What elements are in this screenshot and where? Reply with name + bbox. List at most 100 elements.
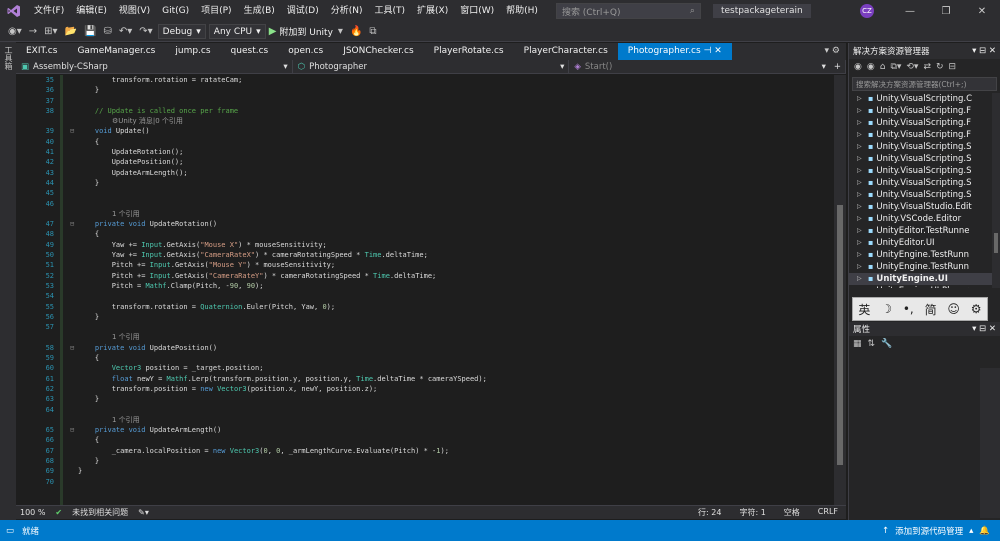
redo-icon[interactable]: ↷▾ [137,26,154,37]
collapse-region-icon[interactable]: ⊟ [70,126,74,136]
code-line[interactable]: 40 { [16,137,834,147]
tree-item[interactable]: ▷ ▪ UnityEditor.TestRunne [849,225,1000,237]
tab-overflow-icon[interactable]: ▾ ⚙ [819,43,846,60]
code-line[interactable]: 68 } [16,456,834,466]
collapse-region-icon[interactable]: ⊟ [70,219,74,229]
tree-scrollbar[interactable] [992,93,1000,288]
code-line[interactable]: 49 Yaw += Input.GetAxis("Mouse X") * mou… [16,240,834,250]
new-project-icon[interactable]: ⊞▾ [42,26,59,37]
search-box[interactable]: 搜索 (Ctrl+Q) ⌕ [555,3,701,19]
ime-button[interactable]: •, [903,302,914,316]
expand-icon[interactable]: ▷ [857,225,865,237]
avatar[interactable]: CZ [860,4,874,18]
solution-search-input[interactable]: 搜索解决方案资源管理器(Ctrl+;) [852,77,997,91]
expand-icon[interactable]: ▷ [857,153,865,165]
code-line[interactable]: 58 ⊟ private void UpdatePosition() [16,343,834,353]
menu-item[interactable]: 扩展(X) [411,0,454,22]
code-line[interactable]: 54 [16,291,834,301]
expand-icon[interactable]: ▷ [857,93,865,105]
codelens-references[interactable]: 1 个引用 [112,415,140,425]
tree-item[interactable]: ▷ ▪ Unity.VisualScripting.S [849,153,1000,165]
menu-item[interactable]: 分析(N) [325,0,369,22]
codelens-references[interactable]: ⚙Unity 消息|0 个引用 [112,116,183,126]
tab[interactable]: EXIT.cs [16,43,67,60]
menu-item[interactable]: 帮助(H) [500,0,544,22]
menu-item[interactable]: 视图(V) [113,0,156,22]
configuration-dropdown[interactable]: Debug ▾ [157,24,206,39]
menu-item[interactable]: 文件(F) [28,0,70,22]
tree-item[interactable]: ▷ ▪ Unity.VisualScripting.S [849,141,1000,153]
tab[interactable]: PlayerRotate.cs [424,43,514,60]
code-line[interactable]: 1 个引用 [16,209,834,219]
tree-item[interactable]: ▷ ▪ Unity.VisualScripting.S [849,189,1000,201]
expand-icon[interactable]: ▷ [857,177,865,189]
tree-item[interactable]: ▷ ▪ UnityEngine.TestRunn [849,261,1000,273]
expand-icon[interactable]: ▷ [857,141,865,153]
toolbox-strip[interactable]: 工具箱 [0,42,16,520]
tab[interactable]: JSONChecker.cs [333,43,423,60]
code-line[interactable]: 44 } [16,178,834,188]
code-line[interactable]: 70 [16,477,834,487]
categorized-icon[interactable]: ▦ [853,339,862,349]
code-line[interactable]: 55 transform.rotation = Quaternion.Euler… [16,302,834,312]
code-line[interactable]: 65 ⊟ private void UpdateArmLength() [16,425,834,435]
code-line[interactable]: ⚙Unity 消息|0 个引用 [16,116,834,126]
code-line[interactable]: 1 个引用 [16,415,834,425]
play-icon[interactable]: ▶ [269,26,277,37]
tab[interactable]: jump.cs [165,43,220,60]
code-line[interactable]: 43 UpdateArmLength(); [16,168,834,178]
tree-item[interactable]: ▷ ▪ UnityEngine.TestRunn [849,249,1000,261]
menu-item[interactable]: 调试(D) [281,0,325,22]
tab-active[interactable]: Photographer.cs ⊣ ✕ [617,43,732,60]
expand-icon[interactable]: ▷ [857,129,865,141]
ime-button[interactable]: 简 [925,301,937,318]
code-line[interactable]: 63 } [16,394,834,404]
tree-item[interactable]: ▷ ▪ Unity.VisualScripting.F [849,129,1000,141]
code-line[interactable]: 41 UpdateRotation(); [16,147,834,157]
code-line[interactable]: 67 _camera.localPosition = new Vector3(0… [16,446,834,456]
scrollbar-thumb[interactable] [837,205,843,465]
code-line[interactable]: 42 UpdatePosition(); [16,157,834,167]
tree-item[interactable]: ▷ ▪ Unity.VisualScripting.S [849,177,1000,189]
brush-icon[interactable]: ✎▾ [138,508,149,517]
format-icon[interactable]: ⧉ [367,26,378,37]
collapse-icon[interactable]: ⊟ [949,62,957,72]
panel-controls-icon[interactable]: ▾ ⊟ ✕ [972,46,996,56]
menu-item[interactable]: Git(G) [156,0,195,22]
scrollbar-thumb[interactable] [994,233,998,253]
expand-icon[interactable]: ▷ [857,189,865,201]
chevron-down-icon[interactable]: ▾ [336,26,345,37]
tree-item[interactable]: ▷ ▪ Unity.VSCode.Editor [849,213,1000,225]
pending-changes-icon[interactable]: ⟲▾ [906,62,918,72]
expand-icon[interactable]: ▷ [857,273,865,285]
expand-icon[interactable]: ▷ [857,105,865,117]
refresh-icon[interactable]: ↻ [936,62,944,72]
eol-indicator[interactable]: CRLF [818,507,838,518]
tab[interactable]: PlayerCharacter.cs [514,43,618,60]
close-tab-icon[interactable]: ⊣ ✕ [701,46,722,56]
expand-icon[interactable]: ▷ [857,261,865,273]
tree-item[interactable]: ▷ ▪ Unity.VisualStudio.Edit [849,201,1000,213]
menu-item[interactable]: 工具(T) [368,0,411,22]
ime-button[interactable]: ⚙ [971,302,982,316]
tab[interactable]: open.cs [278,43,333,60]
menu-item[interactable]: 生成(B) [238,0,281,22]
tree-item[interactable]: ▷ ▪ UnityEditor.UI [849,237,1000,249]
code-line[interactable]: 59 { [16,353,834,363]
code-line[interactable]: 64 [16,405,834,415]
save-all-icon[interactable]: ⛁ [101,26,113,37]
code-line[interactable]: 50 Yaw += Input.GetAxis("CameraRateX") *… [16,250,834,260]
sync-icon[interactable]: ⇄ [923,62,931,72]
home-icon[interactable]: ⌂ [880,62,886,72]
add-to-source-control-button[interactable]: 添加到源代码管理 [895,525,963,537]
code-line[interactable]: 47 ⊟ private void UpdateRotation() [16,219,834,229]
class-dropdown[interactable]: ⬡ Photographer ▾ [293,60,570,73]
code-line[interactable]: 53 Pitch = Mathf.Clamp(Pitch, -90, 90); [16,281,834,291]
collapse-region-icon[interactable]: ⊟ [70,425,74,435]
alphabetical-icon[interactable]: ⇅ [868,339,876,349]
editor-vertical-scrollbar[interactable] [834,75,846,505]
tab[interactable]: quest.cs [221,43,279,60]
expand-icon[interactable]: ▷ [857,285,865,288]
expand-icon[interactable]: ▷ [857,249,865,261]
expand-icon[interactable]: ▷ [857,117,865,129]
